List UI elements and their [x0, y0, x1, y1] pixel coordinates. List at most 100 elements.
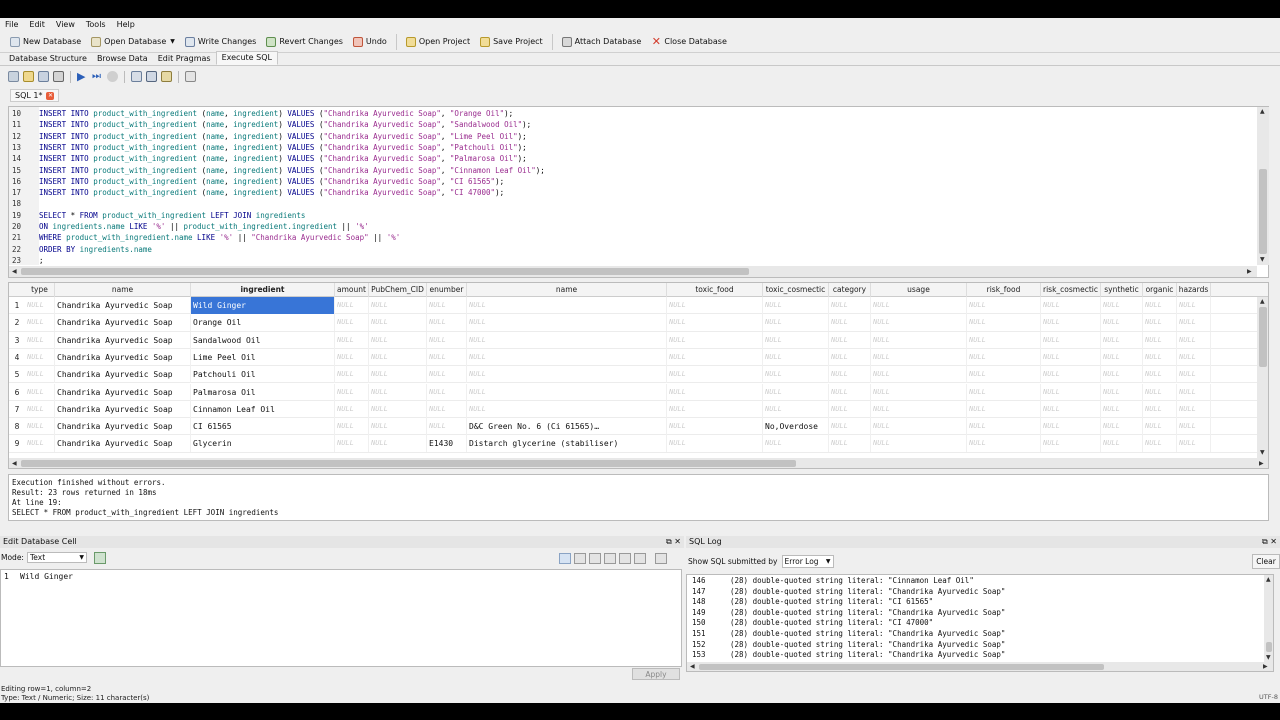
- code-line[interactable]: 11 INSERT INTO product_with_ingredient (n…: [9, 119, 1254, 130]
- table-cell[interactable]: Chandrika Ayurvedic Soap: [55, 348, 191, 366]
- new-database-button[interactable]: New Database: [6, 35, 85, 49]
- open-external-icon[interactable]: [634, 553, 646, 564]
- export-icon[interactable]: [604, 553, 616, 564]
- table-cell[interactable]: NULL: [25, 331, 55, 349]
- comment-icon[interactable]: [185, 71, 196, 82]
- table-cell[interactable]: NULL: [1177, 435, 1211, 453]
- table-cell[interactable]: NULL: [1177, 297, 1211, 314]
- table-cell[interactable]: NULL: [427, 418, 467, 436]
- table-cell[interactable]: NULL: [667, 348, 763, 366]
- table-cell[interactable]: NULL: [667, 331, 763, 349]
- table-cell[interactable]: NULL: [763, 331, 829, 349]
- scrollbar-thumb[interactable]: [1266, 642, 1272, 652]
- table-cell[interactable]: NULL: [871, 314, 967, 332]
- scrollbar-thumb[interactable]: [1259, 307, 1267, 367]
- table-cell[interactable]: Chandrika Ayurvedic Soap: [55, 435, 191, 453]
- column-header[interactable]: name: [55, 283, 191, 297]
- table-cell[interactable]: NULL: [967, 400, 1041, 418]
- find-replace-icon[interactable]: [161, 71, 172, 82]
- scroll-right-icon[interactable]: ▶: [1247, 268, 1252, 275]
- table-cell[interactable]: NULL: [25, 314, 55, 332]
- code-line[interactable]: 12 INSERT INTO product_with_ingredient (n…: [9, 131, 1254, 142]
- table-row[interactable]: 3 NULL Chandrika Ayurvedic Soap Sandalwood …: [9, 331, 1259, 349]
- table-cell[interactable]: NULL: [1177, 400, 1211, 418]
- execute-all-icon[interactable]: ▶: [77, 71, 88, 82]
- table-row[interactable]: 2 NULL Chandrika Ayurvedic Soap Orange Oil N…: [9, 314, 1259, 332]
- editor-vertical-scrollbar[interactable]: ▲ ▼: [1257, 107, 1269, 265]
- table-cell[interactable]: Patchouli Oil: [191, 366, 335, 384]
- column-header[interactable]: category: [829, 283, 871, 297]
- table-cell[interactable]: NULL: [1143, 366, 1177, 384]
- table-cell[interactable]: NULL: [871, 366, 967, 384]
- table-cell[interactable]: NULL: [1041, 418, 1101, 436]
- table-cell[interactable]: NULL: [1177, 383, 1211, 401]
- cell-editor[interactable]: 1 Wild Ginger: [0, 569, 682, 667]
- table-cell[interactable]: NULL: [829, 297, 871, 314]
- scroll-down-icon[interactable]: ▼: [1266, 654, 1271, 661]
- table-cell[interactable]: Chandrika Ayurvedic Soap: [55, 383, 191, 401]
- code-line[interactable]: 15 INSERT INTO product_with_ingredient (n…: [9, 165, 1254, 176]
- table-cell[interactable]: NULL: [25, 297, 55, 314]
- table-cell[interactable]: Orange Oil: [191, 314, 335, 332]
- auto-format-icon[interactable]: [574, 553, 586, 564]
- print-icon[interactable]: [655, 553, 667, 564]
- scroll-right-icon[interactable]: ▶: [1263, 663, 1268, 670]
- row-number[interactable]: 3: [9, 332, 25, 349]
- table-cell[interactable]: NULL: [667, 383, 763, 401]
- table-cell[interactable]: NULL: [1041, 331, 1101, 349]
- scrollbar-thumb[interactable]: [21, 460, 796, 467]
- column-header[interactable]: PubChem_CID: [369, 283, 427, 297]
- table-cell[interactable]: NULL: [1041, 435, 1101, 453]
- table-cell[interactable]: NULL: [667, 314, 763, 332]
- table-cell[interactable]: NULL: [427, 314, 467, 332]
- row-number[interactable]: 5: [9, 366, 25, 383]
- table-cell[interactable]: NULL: [967, 366, 1041, 384]
- dropdown-arrow-icon[interactable]: ▼: [170, 38, 175, 45]
- table-cell[interactable]: NULL: [1101, 366, 1143, 384]
- tab-browse-data[interactable]: Browse Data: [92, 53, 153, 65]
- table-cell[interactable]: Chandrika Ayurvedic Soap: [55, 331, 191, 349]
- table-cell[interactable]: NULL: [467, 383, 667, 401]
- table-cell[interactable]: NULL: [829, 314, 871, 332]
- mode-select[interactable]: Text ▼: [26, 552, 87, 563]
- table-cell[interactable]: NULL: [829, 348, 871, 366]
- save-sql-file-icon[interactable]: [38, 71, 49, 82]
- table-cell[interactable]: NULL: [1143, 400, 1177, 418]
- float-icon[interactable]: ⧉: [666, 537, 672, 546]
- table-cell[interactable]: NULL: [427, 383, 467, 401]
- table-cell[interactable]: NULL: [763, 435, 829, 453]
- table-cell[interactable]: NULL: [1143, 297, 1177, 314]
- scrollbar-thumb[interactable]: [1259, 169, 1267, 254]
- table-cell[interactable]: NULL: [1143, 314, 1177, 332]
- table-cell[interactable]: NULL: [467, 348, 667, 366]
- column-header[interactable]: enumber: [427, 283, 467, 297]
- table-cell[interactable]: NULL: [667, 297, 763, 314]
- column-header[interactable]: risk_food: [967, 283, 1041, 297]
- close-panel-icon[interactable]: ✕: [1270, 537, 1277, 546]
- scroll-up-icon[interactable]: ▲: [1260, 298, 1265, 305]
- table-cell[interactable]: NULL: [25, 366, 55, 384]
- scroll-left-icon[interactable]: ◀: [12, 460, 17, 467]
- code-line[interactable]: 17 INSERT INTO product_with_ingredient (n…: [9, 187, 1254, 198]
- table-cell[interactable]: NULL: [335, 331, 369, 349]
- table-cell[interactable]: Sandalwood Oil: [191, 331, 335, 349]
- table-cell[interactable]: NULL: [967, 297, 1041, 314]
- table-cell[interactable]: NULL: [829, 366, 871, 384]
- table-cell[interactable]: NULL: [667, 418, 763, 436]
- table-cell[interactable]: NULL: [369, 366, 427, 384]
- table-cell[interactable]: NULL: [1101, 314, 1143, 332]
- table-cell[interactable]: NULL: [1177, 314, 1211, 332]
- row-number[interactable]: 4: [9, 349, 25, 366]
- code-line[interactable]: 19 SELECT * FROM product_with_ingredient …: [9, 210, 1254, 221]
- table-cell[interactable]: NULL: [1041, 348, 1101, 366]
- scroll-down-icon[interactable]: ▼: [1260, 449, 1265, 456]
- table-cell[interactable]: NULL: [1177, 418, 1211, 436]
- table-cell[interactable]: NULL: [335, 314, 369, 332]
- table-cell[interactable]: Glycerin: [191, 435, 335, 453]
- table-cell[interactable]: Wild Ginger: [191, 297, 335, 314]
- code-line[interactable]: 16 INSERT INTO product_with_ingredient (n…: [9, 176, 1254, 187]
- column-header[interactable]: type: [25, 283, 55, 297]
- table-cell[interactable]: NULL: [829, 418, 871, 436]
- table-cell[interactable]: NULL: [1101, 383, 1143, 401]
- scroll-left-icon[interactable]: ◀: [12, 268, 17, 275]
